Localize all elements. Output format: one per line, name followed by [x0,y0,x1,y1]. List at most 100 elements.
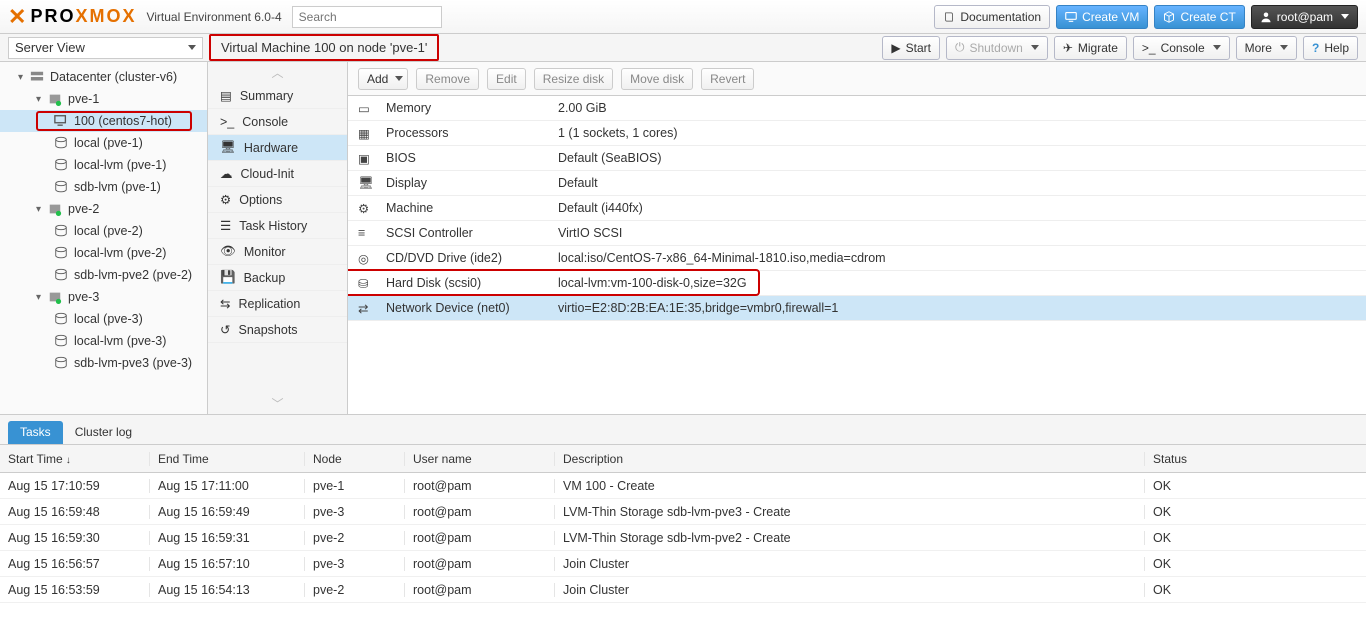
menu-cloudinit[interactable]: ☁Cloud-Init [208,161,347,187]
tree-node-pve1[interactable]: ▾ pve-1 [0,88,207,110]
task-row[interactable]: Aug 15 17:10:59Aug 15 17:11:00pve-1root@… [0,473,1366,499]
tree-node-pve3[interactable]: ▾ pve-3 [0,286,207,308]
menu-hardware[interactable]: 🖥Hardware [208,135,347,161]
tab-tasks[interactable]: Tasks [8,421,63,444]
highlight-box [348,269,760,296]
revert-button[interactable]: Revert [701,68,754,90]
proxmox-logo: ✕ PROXMOX [8,4,136,30]
hw-processors[interactable]: ▦Processors1 (1 sockets, 1 cores) [348,121,1366,146]
terminal-icon: >_ [1142,41,1156,55]
server-view-select[interactable]: Server View [8,37,203,59]
move-disk-button[interactable]: Move disk [621,68,693,90]
start-button[interactable]: ▶Start [882,36,940,60]
cpu-icon: ▦ [358,126,374,141]
col-end-time: End Time [150,452,305,466]
menu-console[interactable]: >_Console [208,109,347,135]
add-button[interactable]: Add [358,68,408,90]
hw-network[interactable]: ⇄Network Device (net0)virtio=E2:8D:2B:EA… [348,296,1366,321]
task-row[interactable]: Aug 15 16:59:30Aug 15 16:59:31pve-2root@… [0,525,1366,551]
col-status: Status [1145,452,1366,466]
storage-icon [54,356,68,370]
tree-storage-sdb-pve3[interactable]: sdb-lvm-pve3 (pve-3) [0,352,207,374]
task-row[interactable]: Aug 15 16:59:48Aug 15 16:59:49pve-3root@… [0,499,1366,525]
menu-taskhistory[interactable]: ☰Task History [208,213,347,239]
server-icon [48,290,62,304]
hardware-panel: Add Remove Edit Resize disk Move disk Re… [348,62,1366,414]
replication-icon: ⇆ [220,296,230,311]
edit-button[interactable]: Edit [487,68,526,90]
subheader-bar: Server View Virtual Machine 100 on node … [0,34,1366,62]
tree-storage-local-pve1[interactable]: local (pve-1) [0,132,207,154]
tree-storage-locallvm-pve1[interactable]: local-lvm (pve-1) [0,154,207,176]
scroll-down-icon[interactable]: ﹀ [208,393,347,414]
scroll-up-icon[interactable]: ︿ [208,62,347,83]
col-start-time: Start Time↓ [0,452,150,466]
col-description: Description [555,452,1145,466]
resource-tree[interactable]: ▾ Datacenter (cluster-v6) ▾ pve-1 100 (c… [0,62,208,414]
create-ct-button[interactable]: Create CT [1154,5,1244,29]
storage-icon [54,158,68,172]
chevron-down-icon [1213,45,1221,50]
tree-node-pve2[interactable]: ▾ pve-2 [0,198,207,220]
scsi-icon: ≡ [358,226,374,240]
more-button[interactable]: More [1236,36,1297,60]
task-row[interactable]: Aug 15 16:53:59Aug 15 16:54:13pve-2root@… [0,577,1366,603]
menu-backup[interactable]: 💾Backup [208,265,347,291]
migrate-button[interactable]: ✈Migrate [1054,36,1127,60]
help-icon: ? [1312,41,1319,55]
tree-storage-local-pve3[interactable]: local (pve-3) [0,308,207,330]
tree-storage-locallvm-pve3[interactable]: local-lvm (pve-3) [0,330,207,352]
hw-machine[interactable]: ⚙MachineDefault (i440fx) [348,196,1366,221]
plane-icon: ✈ [1063,41,1073,55]
user-icon [1260,11,1272,23]
save-icon: 💾 [220,270,236,285]
console-button[interactable]: >_Console [1133,36,1230,60]
cd-icon: ◎ [358,251,374,266]
hw-display[interactable]: 🖥DisplayDefault [348,171,1366,196]
menu-monitor[interactable]: 👁Monitor [208,239,347,265]
vm-action-bar: ▶Start ⏻Shutdown ✈Migrate >_Console More… [882,36,1358,60]
gear-icon: ⚙ [358,201,374,216]
task-grid-body[interactable]: Aug 15 17:10:59Aug 15 17:11:00pve-1root@… [0,473,1366,621]
global-search-input[interactable] [292,6,442,28]
hardware-table[interactable]: ▭Memory2.00 GiB ▦Processors1 (1 sockets,… [348,96,1366,414]
hw-memory[interactable]: ▭Memory2.00 GiB [348,96,1366,121]
chip-icon: ▣ [358,151,374,166]
help-button[interactable]: ?Help [1303,36,1358,60]
hw-cdrom[interactable]: ◎CD/DVD Drive (ide2)local:iso/CentOS-7-x… [348,246,1366,271]
menu-snapshots[interactable]: ↺Snapshots [208,317,347,343]
task-row[interactable]: Aug 15 16:56:57Aug 15 16:57:10pve-3root@… [0,551,1366,577]
tree-storage-locallvm-pve2[interactable]: local-lvm (pve-2) [0,242,207,264]
gear-icon: ⚙ [220,192,231,207]
monitor-icon: 🖥 [220,140,236,155]
menu-summary[interactable]: ▤Summary [208,83,347,109]
cube-icon [1163,11,1175,23]
server-icon [48,202,62,216]
hw-bios[interactable]: ▣BIOSDefault (SeaBIOS) [348,146,1366,171]
menu-options[interactable]: ⚙Options [208,187,347,213]
tree-vm-100[interactable]: 100 (centos7-hot) [0,110,207,132]
monitor-icon [1065,11,1077,23]
terminal-icon: >_ [220,115,234,129]
create-vm-button[interactable]: Create VM [1056,5,1148,29]
task-grid-header[interactable]: Start Time↓ End Time Node User name Desc… [0,445,1366,473]
storage-icon [54,136,68,150]
tab-cluster-log[interactable]: Cluster log [63,421,144,444]
remove-button[interactable]: Remove [416,68,479,90]
main-content: ▾ Datacenter (cluster-v6) ▾ pve-1 100 (c… [0,62,1366,414]
breadcrumb: Virtual Machine 100 on node 'pve-1' [209,34,439,61]
shutdown-button[interactable]: ⏻Shutdown [946,36,1048,60]
top-bar: ✕ PROXMOX Virtual Environment 6.0-4 Docu… [0,0,1366,34]
tree-datacenter[interactable]: ▾ Datacenter (cluster-v6) [0,66,207,88]
col-node: Node [305,452,405,466]
monitor-icon [54,114,68,128]
resize-disk-button[interactable]: Resize disk [534,68,613,90]
user-menu-button[interactable]: root@pam [1251,5,1358,29]
hw-scsi[interactable]: ≡SCSI ControllerVirtIO SCSI [348,221,1366,246]
menu-replication[interactable]: ⇆Replication [208,291,347,317]
tree-storage-local-pve2[interactable]: local (pve-2) [0,220,207,242]
tree-storage-sdb-pve2[interactable]: sdb-lvm-pve2 (pve-2) [0,264,207,286]
chevron-down-icon [1031,45,1039,50]
documentation-button[interactable]: Documentation [934,5,1050,29]
tree-storage-sdb-pve1[interactable]: sdb-lvm (pve-1) [0,176,207,198]
